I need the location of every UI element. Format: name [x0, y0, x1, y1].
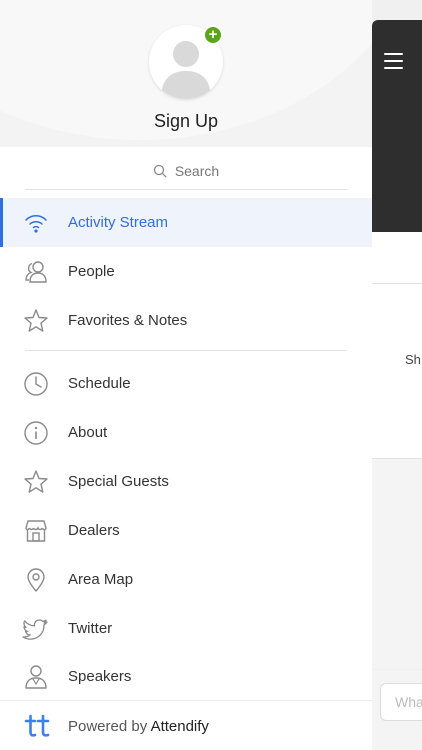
menu-item-favorites-notes[interactable]: Favorites & Notes — [0, 296, 372, 345]
app-header — [372, 20, 422, 232]
menu-label: Favorites & Notes — [68, 312, 188, 329]
search-icon — [153, 164, 167, 177]
info-icon — [24, 421, 48, 445]
map-pin-icon — [27, 568, 45, 592]
store-icon — [25, 520, 47, 542]
menu-item-schedule[interactable]: Schedule — [0, 359, 372, 408]
search-placeholder: Search — [174, 162, 220, 179]
app-tab-strip — [372, 232, 422, 284]
menu-label: Area Map — [68, 571, 134, 588]
powered-by-footer[interactable]: Powered by Attendify — [0, 700, 372, 750]
footer-prefix: Powered by — [68, 718, 148, 735]
post-input[interactable]: Wha — [380, 683, 422, 721]
app-content-area — [372, 459, 422, 669]
people-icon — [25, 261, 47, 283]
menu-item-about[interactable]: About — [0, 408, 372, 457]
navigation-drawer: + Sign Up Search Activity Stream People … — [0, 0, 372, 750]
menu-item-special-guests[interactable]: Special Guests — [0, 457, 372, 506]
footer-brand: Attendify — [150, 718, 209, 735]
menu-label: People — [68, 263, 115, 280]
menu-item-dealers[interactable]: Dealers — [0, 506, 372, 555]
menu-item-activity-stream[interactable]: Activity Stream — [0, 198, 372, 247]
wifi-icon — [25, 215, 47, 233]
star-icon — [24, 470, 48, 493]
search-input[interactable]: Search — [25, 152, 347, 190]
menu-label: Special Guests — [68, 473, 169, 490]
app-card: Sh — [372, 284, 422, 459]
menu-item-people[interactable]: People — [0, 247, 372, 296]
hamburger-menu-icon[interactable] — [384, 53, 404, 69]
attendify-logo-icon — [24, 714, 50, 737]
app-card-text: Sh — [405, 352, 421, 367]
menu-label: Schedule — [68, 375, 131, 392]
menu-item-area-map[interactable]: Area Map — [0, 555, 372, 604]
menu-label: Twitter — [68, 620, 113, 637]
menu-divider — [25, 350, 347, 351]
add-photo-badge[interactable]: + — [203, 25, 223, 45]
twitter-icon — [22, 619, 48, 640]
star-icon — [24, 309, 48, 332]
speaker-person-icon — [25, 665, 47, 689]
menu-item-speakers[interactable]: Speakers — [0, 652, 372, 701]
footer-text: Powered by Attendify — [68, 718, 209, 735]
clock-icon — [24, 372, 48, 396]
menu-label: Dealers — [68, 522, 120, 539]
sign-up-link[interactable]: Sign Up — [0, 111, 372, 132]
menu-label: Speakers — [68, 668, 132, 685]
menu-item-twitter[interactable]: Twitter — [0, 604, 372, 653]
menu-label: Activity Stream — [68, 214, 169, 231]
menu-label: About — [68, 424, 108, 441]
